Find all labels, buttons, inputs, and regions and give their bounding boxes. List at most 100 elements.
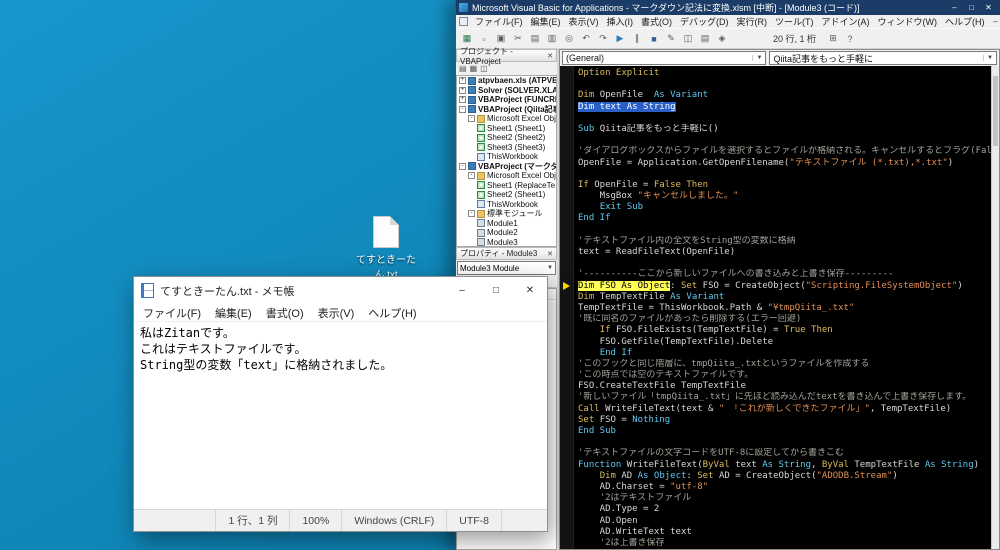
insert-userform-icon[interactable]: ▫ bbox=[476, 31, 492, 47]
properties-close-icon[interactable]: ✕ bbox=[547, 250, 553, 258]
tree-item[interactable]: - 標準モジュール bbox=[457, 209, 556, 219]
code-line: End Sub bbox=[578, 426, 999, 437]
project-close-icon[interactable]: ✕ bbox=[547, 52, 553, 60]
notepad-text-area[interactable]: 私はZitanです。 これはテキストファイルです。 String型の変数「text」… bbox=[134, 322, 547, 509]
scrollbar-thumb[interactable] bbox=[993, 76, 998, 146]
view-code-icon[interactable]: ▤ bbox=[459, 64, 467, 73]
tree-item[interactable]: Sheet1 (ReplaceTe bbox=[457, 181, 556, 191]
notepad-text-line: String型の変数「text」に格納されました。 bbox=[140, 358, 393, 372]
menu-item-3[interactable]: 表示(V) bbox=[311, 305, 362, 321]
menu-item-7[interactable]: ツール(T) bbox=[771, 15, 818, 28]
tree-item[interactable]: Sheet3 (Sheet3) bbox=[457, 143, 556, 153]
tree-item[interactable]: - Microsoft Excel Object bbox=[457, 171, 556, 181]
tree-item[interactable]: Module3 bbox=[457, 238, 556, 246]
save-icon[interactable]: ▣ bbox=[493, 31, 509, 47]
child-minimize-icon[interactable]: – bbox=[989, 17, 1000, 26]
notepad-titlebar[interactable]: てすときーたん.txt - メモ帳 – □ ✕ bbox=[134, 277, 547, 304]
properties-window-icon[interactable]: ▤ bbox=[697, 31, 713, 47]
tree-item[interactable]: Sheet2 (Sheet1) bbox=[457, 190, 556, 200]
copy-icon[interactable]: ▤ bbox=[527, 31, 543, 47]
expand-icon[interactable]: + bbox=[459, 96, 466, 104]
menu-item-0[interactable]: ファイル(F) bbox=[471, 15, 527, 28]
design-mode-icon[interactable]: ✎ bbox=[663, 31, 679, 47]
code-line: End If bbox=[578, 213, 999, 224]
menu-item-2[interactable]: 書式(O) bbox=[259, 305, 311, 321]
tree-item[interactable]: - VBAProject (Qiita記事 bbox=[457, 105, 556, 115]
procedure-dropdown[interactable]: Qiita記事をもっと手軽に ▼ bbox=[769, 51, 997, 65]
menu-item-1[interactable]: 編集(E) bbox=[527, 15, 565, 28]
menu-item-5[interactable]: デバッグ(D) bbox=[676, 15, 733, 28]
menu-item-1[interactable]: 編集(E) bbox=[208, 305, 259, 321]
run-icon[interactable]: ▶ bbox=[612, 31, 628, 47]
menu-item-8[interactable]: アドイン(A) bbox=[818, 15, 874, 28]
redo-icon[interactable]: ↷ bbox=[595, 31, 611, 47]
menu-item-10[interactable]: ヘルプ(H) bbox=[941, 15, 989, 28]
excel-view-icon[interactable]: ▦ bbox=[459, 31, 475, 47]
tree-item[interactable]: ThisWorkbook bbox=[457, 200, 556, 210]
code-pane: (General) ▼ Qiita記事をもっと手軽に ▼ Option Expl… bbox=[559, 49, 1000, 550]
module-window-icon[interactable] bbox=[459, 17, 468, 26]
code-line: 'テキストファイルの文字コードをUTF-8に設定してから書きこむ bbox=[578, 448, 999, 459]
tree-item[interactable]: - Microsoft Excel Object bbox=[457, 114, 556, 124]
undo-icon[interactable]: ↶ bbox=[578, 31, 594, 47]
break-icon[interactable]: ∥ bbox=[629, 31, 645, 47]
menu-item-9[interactable]: ウィンドウ(W) bbox=[874, 15, 942, 28]
paste-icon[interactable]: ▥ bbox=[544, 31, 560, 47]
close-icon[interactable]: ✕ bbox=[513, 277, 547, 304]
reset-icon[interactable]: ■ bbox=[646, 31, 662, 47]
view-object-icon[interactable]: ▦ bbox=[470, 64, 478, 73]
toggle-folders-icon[interactable]: ◫ bbox=[480, 64, 488, 73]
code-token: , bbox=[811, 459, 822, 470]
code-token: Set bbox=[578, 414, 600, 425]
help-icon[interactable]: ? bbox=[842, 31, 858, 47]
maximize-icon[interactable]: □ bbox=[963, 0, 980, 15]
minimize-icon[interactable]: – bbox=[946, 0, 963, 15]
vbe-titlebar[interactable]: Microsoft Visual Basic for Applications … bbox=[456, 0, 1000, 15]
toolbox-icon[interactable]: ⊞ bbox=[825, 31, 841, 47]
tree-item[interactable]: Sheet2 (Sheet2) bbox=[457, 133, 556, 143]
menu-item-3[interactable]: 挿入(I) bbox=[603, 15, 638, 28]
object-browser-icon[interactable]: ◈ bbox=[714, 31, 730, 47]
tree-item[interactable]: ThisWorkbook bbox=[457, 152, 556, 162]
minimize-icon[interactable]: – bbox=[445, 277, 479, 304]
code-token: " 「これが新しくできたファイル」" bbox=[718, 403, 870, 414]
desktop-file-icon[interactable]: てすときーたん.txt bbox=[348, 216, 424, 281]
menu-item-4[interactable]: 書式(O) bbox=[637, 15, 676, 28]
maximize-icon[interactable]: □ bbox=[479, 277, 513, 304]
properties-object-selector[interactable]: Module3 Module ▼ bbox=[457, 261, 556, 275]
code-token: 'ダイアログボックスからファイルを選択するとファイルが格納される。キャンセルする… bbox=[578, 146, 999, 157]
wb-icon bbox=[477, 152, 485, 161]
collapse-icon[interactable]: - bbox=[459, 105, 466, 113]
code-editor[interactable]: Option Explicit Dim OpenFile As Variant Di… bbox=[560, 66, 999, 549]
find-icon[interactable]: ◎ bbox=[561, 31, 577, 47]
expand-icon[interactable]: + bbox=[459, 77, 466, 85]
menu-item-4[interactable]: ヘルプ(H) bbox=[361, 305, 423, 321]
expand-icon[interactable]: + bbox=[459, 86, 466, 94]
collapse-icon[interactable]: - bbox=[459, 162, 466, 170]
collapse-icon[interactable]: - bbox=[468, 210, 475, 218]
tree-item[interactable]: + VBAProject (FUNCRES bbox=[457, 95, 556, 105]
menu-item-2[interactable]: 表示(V) bbox=[565, 15, 603, 28]
code-token: Function bbox=[578, 459, 627, 470]
object-dropdown[interactable]: (General) ▼ bbox=[562, 51, 767, 65]
tree-item[interactable]: Module1 bbox=[457, 219, 556, 229]
project-explorer-icon[interactable]: ◫ bbox=[680, 31, 696, 47]
tree-item[interactable]: + atpvbaen.xls (ATPVBA bbox=[457, 76, 556, 86]
tree-item[interactable]: - VBAProject (マークダウン bbox=[457, 162, 556, 172]
close-icon[interactable]: ✕ bbox=[980, 0, 997, 15]
tree-item[interactable]: Sheet1 (Sheet1) bbox=[457, 124, 556, 134]
collapse-icon[interactable]: - bbox=[468, 172, 475, 180]
cut-icon[interactable]: ✂ bbox=[510, 31, 526, 47]
code-vertical-scrollbar[interactable] bbox=[991, 66, 999, 549]
notepad-statusbar: 1 行、1 列 100% Windows (CRLF) UTF-8 bbox=[134, 509, 547, 531]
toolbar-left-icons: ▦ ▫ ▣ ✂ ▤ ▥ ◎ ↶ ↷ ▶ ∥ ■ ✎ ◫ ▤ ◈ bbox=[459, 31, 730, 47]
tree-item[interactable]: Module2 bbox=[457, 228, 556, 238]
tree-item[interactable]: + Solver (SOLVER.XLAM) bbox=[457, 86, 556, 96]
tree-item-label: Module1 bbox=[487, 218, 518, 228]
collapse-icon[interactable]: - bbox=[468, 115, 475, 123]
menu-item-6[interactable]: 実行(R) bbox=[733, 15, 772, 28]
project-icon bbox=[468, 76, 476, 85]
menu-item-0[interactable]: ファイル(F) bbox=[136, 305, 208, 321]
